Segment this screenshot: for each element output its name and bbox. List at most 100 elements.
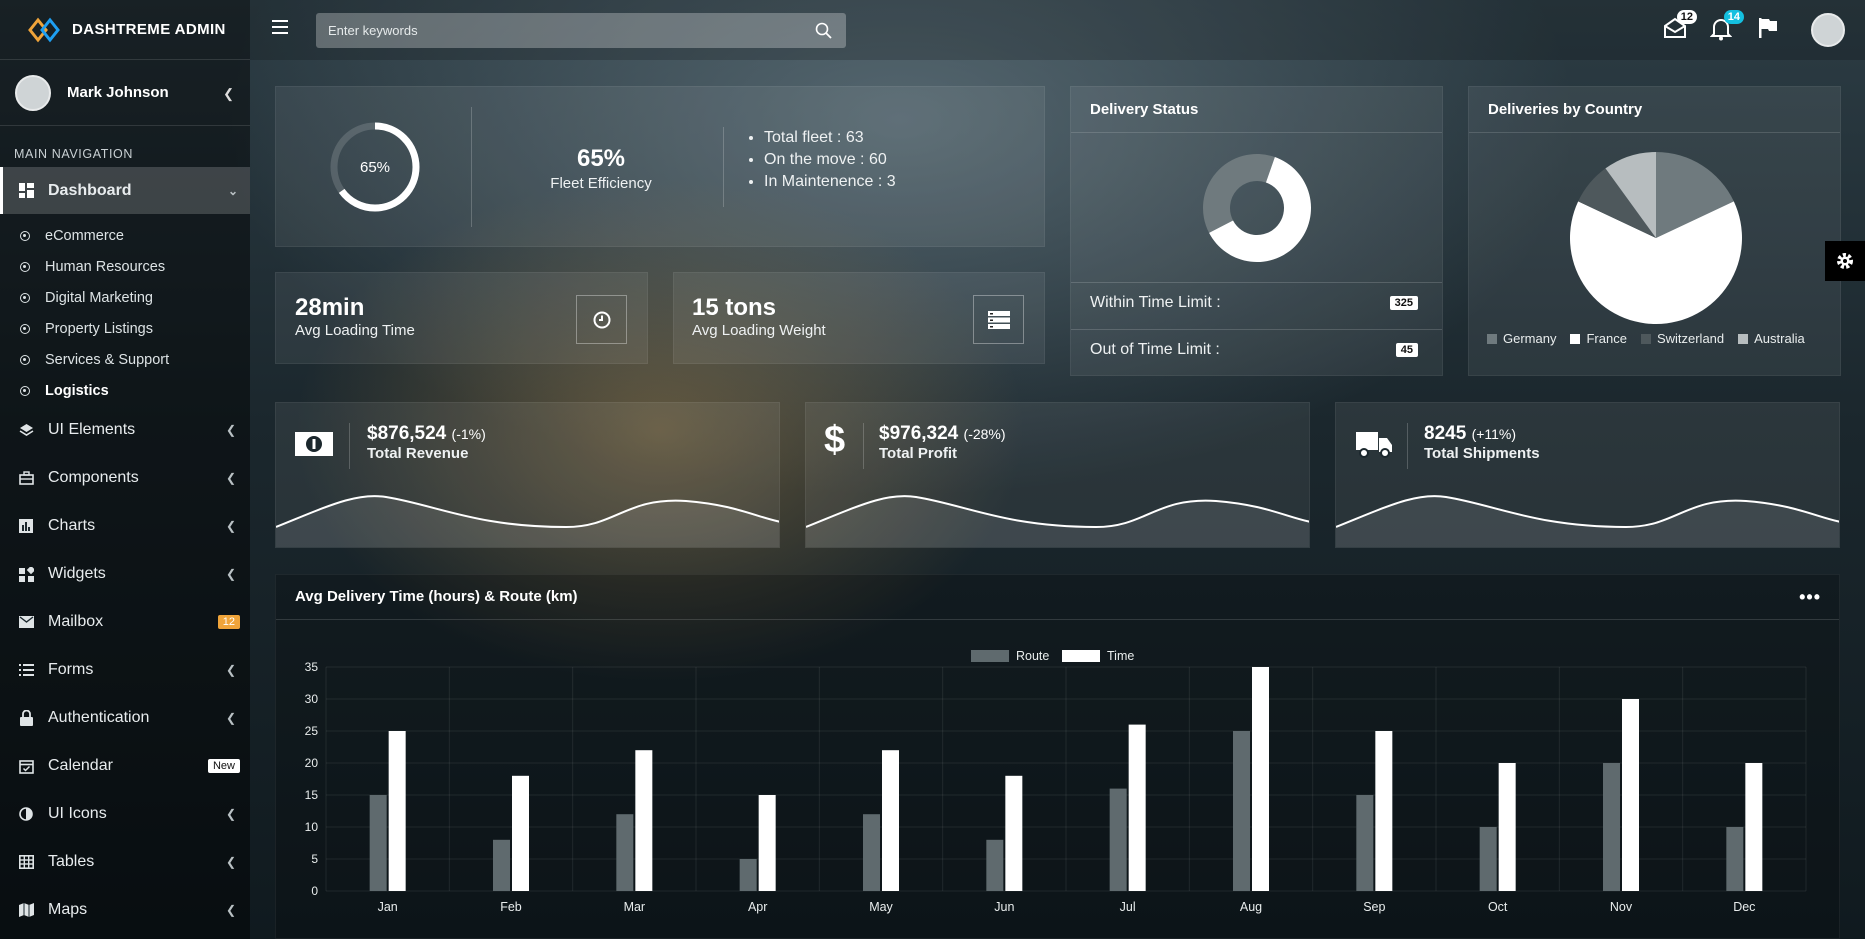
bar-route-jan[interactable]	[369, 795, 387, 891]
chevron-left-icon[interactable]: ❮	[223, 86, 234, 102]
grid-icon	[18, 854, 34, 870]
revenue-card: $876,524 (-1%) Total Revenue	[275, 402, 780, 548]
money-icon	[295, 432, 333, 456]
sidebar-sub-label: eCommerce	[45, 227, 124, 244]
sidebar-item-dashboard[interactable]: Dashboard ⌄	[0, 167, 250, 214]
sidebar-item-calendar[interactable]: Calendar New	[0, 742, 250, 790]
bar-time-sep[interactable]	[1375, 731, 1393, 891]
mail-count-badge: 12	[1676, 10, 1697, 24]
topbar: 12 14	[250, 0, 1865, 60]
bar-time-jan[interactable]	[388, 731, 406, 891]
sidebar-item-label: Tables	[48, 853, 95, 870]
topbar-avatar[interactable]	[1811, 13, 1845, 47]
storage-button[interactable]	[973, 295, 1024, 344]
bar-route-dec[interactable]	[1726, 827, 1744, 891]
profit-card: $ $976,324 (-28%) Total Profit	[805, 402, 1310, 548]
sidebar-item-forms[interactable]: Forms ❮	[0, 646, 250, 694]
loading-time-value: 28min	[295, 294, 365, 321]
storage-icon	[987, 310, 1010, 329]
bar-route-may[interactable]	[863, 814, 880, 891]
x-tick-label: Dec	[1733, 900, 1755, 914]
bar-time-mar[interactable]	[635, 750, 653, 891]
sidebar-sub-digital-marketing[interactable]: Digital Marketing	[0, 282, 250, 313]
bar-route-nov[interactable]	[1603, 763, 1620, 891]
revenue-change: (-1%)	[451, 426, 486, 442]
sidebar-item-charts[interactable]: Charts ❮	[0, 502, 250, 550]
sidebar-item-mailbox[interactable]: Mailbox 12	[0, 598, 250, 646]
bar-route-jul[interactable]	[1109, 788, 1127, 891]
nav-header: MAIN NAVIGATION	[14, 147, 133, 161]
user-name: Mark Johnson	[67, 84, 169, 101]
legend-label-time[interactable]: Time	[1107, 649, 1134, 663]
mailbox-badge: 12	[217, 615, 240, 629]
brand[interactable]: DASHTREME ADMIN	[0, 0, 250, 60]
donut-slice-out-of-time[interactable]	[1203, 154, 1275, 233]
x-tick-label: Oct	[1488, 900, 1508, 914]
y-tick-label: 10	[305, 820, 319, 834]
notifications-button[interactable]: 14	[1709, 10, 1744, 41]
bar-route-sep[interactable]	[1356, 795, 1374, 891]
bar-time-feb[interactable]	[512, 775, 529, 891]
profit-sparkline	[806, 495, 1309, 547]
bar-route-apr[interactable]	[739, 859, 757, 891]
sidebar-item-ui-elements[interactable]: UI Elements ❮	[0, 406, 250, 454]
delivery-status-donut	[1203, 154, 1311, 262]
sidebar-item-tables[interactable]: Tables ❮	[0, 838, 250, 886]
sidebar-sub-property-listings[interactable]: Property Listings	[0, 313, 250, 344]
chevron-left-icon: ❮	[225, 903, 236, 917]
map-icon	[18, 902, 34, 918]
bar-route-oct[interactable]	[1479, 827, 1497, 891]
bar-time-jul[interactable]	[1128, 724, 1146, 891]
circle-icon	[20, 323, 30, 334]
bar-time-dec[interactable]	[1745, 763, 1763, 891]
bar-route-mar[interactable]	[616, 814, 634, 891]
bar-route-feb[interactable]	[493, 839, 510, 891]
sidebar: DASHTREME ADMIN Mark Johnson ❮ MAIN NAVI…	[0, 0, 250, 939]
sidebar-item-label: Charts	[48, 517, 96, 534]
circle-icon	[20, 354, 30, 365]
sidebar-sub-ecommerce[interactable]: eCommerce	[0, 220, 250, 251]
sidebar-item-label: Widgets	[48, 565, 106, 582]
loading-weight-label: Avg Loading Weight	[692, 322, 826, 339]
sidebar-item-ui-icons[interactable]: UI Icons ❮	[0, 790, 250, 838]
search-input[interactable]	[316, 13, 776, 48]
sidebar-sub-logistics[interactable]: Logistics	[0, 375, 250, 406]
sidebar-item-maps[interactable]: Maps ❮	[0, 886, 250, 934]
sidebar-item-widgets[interactable]: Widgets ❮	[0, 550, 250, 598]
sidebar-sub-services-support[interactable]: Services & Support	[0, 344, 250, 375]
avatar[interactable]	[15, 74, 51, 111]
sidebar-item-authentication[interactable]: Authentication ❮	[0, 694, 250, 742]
bar-time-aug[interactable]	[1252, 667, 1269, 891]
delivery-status-card: Delivery Status Within Time Limit : 325 …	[1070, 86, 1443, 376]
delivery-chart-title: Avg Delivery Time (hours) & Route (km)	[276, 575, 1839, 620]
bar-time-may[interactable]	[882, 750, 899, 891]
flag-button[interactable]	[1757, 17, 1781, 41]
menu-icon[interactable]	[272, 20, 288, 34]
bar-time-jun[interactable]	[1005, 775, 1023, 891]
gauge-label: 65%	[359, 158, 391, 176]
legend-label-route[interactable]: Route	[1016, 649, 1049, 663]
search-icon[interactable]	[815, 22, 832, 44]
inbox-button[interactable]: 12	[1663, 10, 1697, 41]
bar-route-aug[interactable]	[1233, 731, 1250, 891]
chevron-left-icon: ❮	[225, 519, 236, 533]
sidebar-sub-human-resources[interactable]: Human Resources	[0, 251, 250, 282]
sidebar-item-label: Mailbox	[48, 613, 104, 630]
clock-button[interactable]	[576, 295, 627, 344]
y-tick-label: 15	[305, 788, 319, 802]
list-icon	[18, 662, 34, 678]
out-of-time-row: Out of Time Limit : 45	[1090, 341, 1418, 359]
user-panel[interactable]: Mark Johnson ❮	[0, 60, 250, 126]
sidebar-item-label: Maps	[48, 901, 88, 918]
bar-time-nov[interactable]	[1622, 699, 1639, 891]
truck-icon	[1356, 432, 1392, 458]
more-options-icon[interactable]: •••	[1799, 587, 1821, 608]
bar-route-jun[interactable]	[986, 839, 1004, 891]
sidebar-item-components[interactable]: Components ❮	[0, 454, 250, 502]
bar-time-oct[interactable]	[1498, 763, 1516, 891]
out-of-time-label: Out of Time Limit :	[1090, 341, 1220, 358]
settings-button[interactable]	[1825, 241, 1865, 281]
shipments-card: 8245 (+11%) Total Shipments	[1335, 402, 1840, 548]
shipments-change: (+11%)	[1471, 426, 1517, 442]
bar-time-apr[interactable]	[758, 795, 776, 891]
